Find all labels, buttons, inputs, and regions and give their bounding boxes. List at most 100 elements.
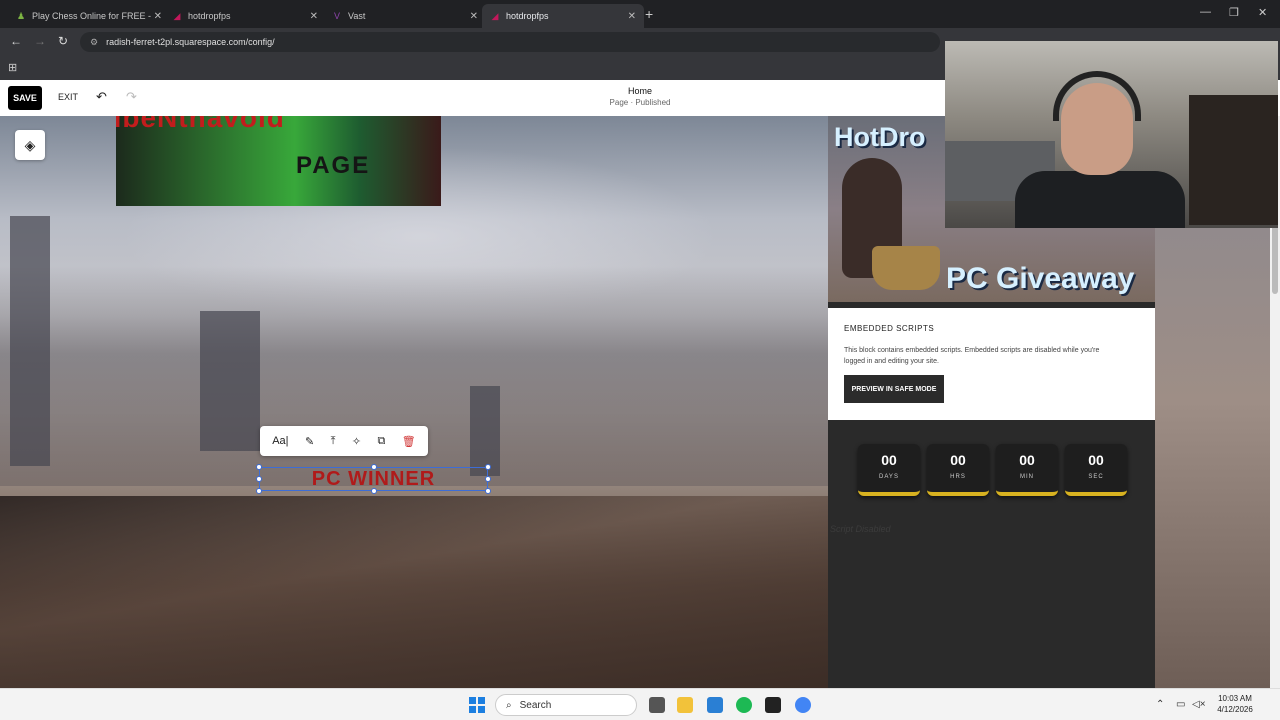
network-icon[interactable]: ▭ [1176, 699, 1185, 710]
text-style-icon[interactable]: Aa| [272, 435, 288, 447]
promo-giveaway-text: PC Giveaway [946, 262, 1135, 295]
countdown-value: 00 [881, 452, 897, 468]
squarespace-favicon-icon: ◢ [173, 11, 181, 21]
tab-hotdropfps-1[interactable]: ◢ hotdropfps ✕ [164, 4, 326, 28]
countdown-seconds: 00 SEC [1065, 444, 1127, 496]
redo-icon[interactable]: ↷ [126, 89, 137, 105]
spotify-icon[interactable] [736, 697, 752, 713]
delete-icon[interactable]: 🗑 [402, 435, 416, 448]
countdown-minutes: 00 MIN [996, 444, 1058, 496]
close-tab-icon[interactable]: ✕ [310, 11, 318, 22]
layers-button[interactable]: ◈ [15, 130, 45, 160]
resize-handle[interactable] [371, 488, 377, 494]
countdown-timer: 00 DAYS 00 HRS 00 MIN 00 SEC [858, 444, 1127, 496]
pin-icon[interactable]: ✧ [352, 435, 361, 448]
maximize-button[interactable]: ❐ [1229, 6, 1239, 19]
page-name: Home [627, 86, 652, 96]
tab-title: Play Chess Online for FREE - 2 P [32, 11, 154, 21]
embed-description: This block contains embedded scripts. Em… [844, 347, 1100, 365]
windows-taskbar: ⌕ Search ⌃ ▭ ◁× 10:03 AM 4/12/2026 [0, 688, 1280, 720]
system-clock[interactable]: 10:03 AM 4/12/2026 [1210, 693, 1260, 715]
tab-title: Vast [348, 11, 366, 21]
background-rocks [0, 496, 830, 688]
forward-icon[interactable]: → [34, 34, 46, 48]
countdown-hours: 00 HRS [927, 444, 989, 496]
countdown-value: 00 [950, 452, 966, 468]
back-icon[interactable]: ← [10, 34, 22, 48]
search-icon: ⌕ [506, 699, 512, 711]
move-to-top-icon[interactable]: ⤒ [331, 435, 336, 448]
vast-favicon-icon: V [333, 11, 340, 21]
taskbar-search[interactable]: ⌕ Search [495, 694, 637, 716]
close-tab-icon[interactable]: ✕ [470, 11, 478, 22]
resize-handle[interactable] [256, 476, 262, 482]
taskbar-search-label: Search [519, 699, 552, 711]
webcam-headphones [1053, 71, 1141, 121]
resize-handle[interactable] [256, 488, 262, 494]
duplicate-icon[interactable]: ⧉ [378, 435, 386, 448]
file-explorer-icon[interactable] [677, 697, 693, 713]
embed-heading: EMBEDDED SCRIPTS [844, 324, 935, 333]
resize-handle[interactable] [485, 476, 491, 482]
resize-handle[interactable] [256, 464, 262, 470]
webcam-cabinet [1189, 95, 1278, 225]
tab-title: hotdropfps [188, 11, 231, 21]
countdown-label: SEC [1088, 474, 1104, 480]
calculator-icon[interactable] [707, 697, 723, 713]
address-bar[interactable]: ⚙ radish-ferret-t2pl.squarespace.com/con… [80, 32, 940, 52]
tab-chess[interactable]: ♟ Play Chess Online for FREE - 2 P ✕ [8, 4, 170, 28]
tab-title: hotdropfps [506, 11, 549, 21]
close-tab-icon[interactable]: ✕ [154, 11, 162, 22]
page-title[interactable]: Home Page · Published [560, 86, 720, 107]
apps-grid-icon[interactable]: ⊞ [8, 61, 17, 74]
banner-page-text: PAGE [296, 152, 371, 179]
chrome-icon[interactable] [795, 697, 811, 713]
background-tower [10, 216, 50, 466]
undo-icon[interactable]: ↶ [96, 89, 107, 105]
background-tower [470, 386, 500, 476]
close-window-button[interactable]: ✕ [1258, 6, 1267, 19]
chess-favicon-icon: ♟ [16, 11, 26, 21]
clock-time: 10:03 AM [1218, 694, 1252, 703]
easter-basket [872, 246, 940, 290]
layers-icon: ◈ [24, 136, 36, 153]
browser-tab-bar: ♟ Play Chess Online for FREE - 2 P ✕ ◢ h… [0, 0, 1280, 28]
banner-image[interactable]: TibeNthavold PAGE [116, 116, 441, 206]
banner-red-text: TibeNthavold [116, 116, 285, 133]
text-block-toolbar: Aa| ✎ ⤒ ✧ ⧉ 🗑 [260, 426, 428, 456]
tab-vast[interactable]: V Vast ✕ [324, 4, 486, 28]
countdown-label: MIN [1020, 474, 1034, 480]
countdown-label: HRS [950, 474, 966, 480]
exit-button[interactable]: EXIT [58, 92, 78, 102]
countdown-value: 00 [1088, 452, 1104, 468]
hud-fx-icon[interactable] [765, 697, 781, 713]
edit-pencil-icon[interactable]: ✎ [305, 435, 314, 448]
clock-date: 4/12/2026 [1217, 705, 1253, 714]
countdown-label: DAYS [879, 474, 899, 480]
countdown-value: 00 [1019, 452, 1035, 468]
resize-handle[interactable] [485, 488, 491, 494]
resize-handle[interactable] [371, 464, 377, 470]
selected-text-block[interactable]: PC WINNER [256, 464, 491, 494]
webcam-overlay [945, 41, 1278, 228]
volume-mute-icon[interactable]: ◁× [1192, 699, 1206, 710]
preview-safe-mode-button[interactable]: PREVIEW IN SAFE MODE [844, 375, 944, 403]
close-tab-icon[interactable]: ✕ [628, 11, 636, 22]
webcam-person-shirt [1015, 171, 1185, 228]
tray-chevron-icon[interactable]: ⌃ [1156, 699, 1164, 710]
background-tower [200, 311, 260, 451]
embedded-scripts-block[interactable]: EMBEDDED SCRIPTS This block contains emb… [828, 308, 1155, 420]
script-disabled-text: Script Disabled [830, 524, 891, 534]
reload-icon[interactable]: ↻ [58, 34, 68, 48]
windows-start-icon[interactable] [469, 697, 485, 713]
tab-hotdropfps-active[interactable]: ◢ hotdropfps ✕ [482, 4, 644, 28]
site-info-icon[interactable]: ⚙ [90, 37, 98, 48]
task-view-icon[interactable] [649, 697, 665, 713]
countdown-days: 00 DAYS [858, 444, 920, 496]
save-button[interactable]: SAVE [8, 86, 42, 110]
resize-handle[interactable] [485, 464, 491, 470]
page-status: Page · Published [609, 98, 671, 107]
minimize-button[interactable]: — [1200, 6, 1211, 18]
new-tab-button[interactable]: + [645, 6, 653, 22]
url-text: radish-ferret-t2pl.squarespace.com/confi… [106, 37, 275, 47]
